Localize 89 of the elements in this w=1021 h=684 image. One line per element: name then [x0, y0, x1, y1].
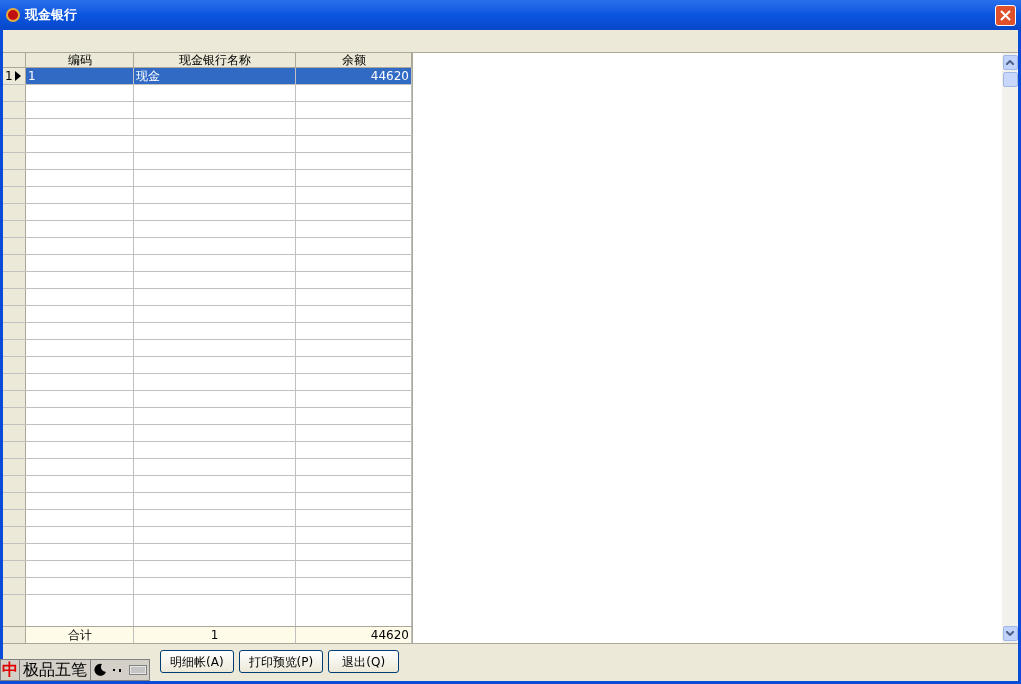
window-title: 现金银行: [25, 6, 78, 25]
row-header[interactable]: [3, 578, 26, 594]
row-header[interactable]: [3, 221, 26, 237]
row-header[interactable]: 1: [3, 68, 26, 84]
empty-row[interactable]: [3, 578, 412, 595]
row-header[interactable]: [3, 85, 26, 101]
row-header[interactable]: [3, 204, 26, 220]
row-header[interactable]: [3, 374, 26, 390]
empty-row[interactable]: [3, 289, 412, 306]
empty-row[interactable]: [3, 85, 412, 102]
empty-row[interactable]: [3, 476, 412, 493]
action-button[interactable]: 退出(Q): [328, 650, 400, 673]
scroll-up-button[interactable]: [1002, 55, 1018, 70]
empty-row[interactable]: [3, 544, 412, 561]
action-button[interactable]: 打印预览(P): [238, 650, 324, 673]
table-cell: 现金: [134, 68, 296, 84]
row-header[interactable]: [3, 459, 26, 475]
row-header[interactable]: [3, 289, 26, 305]
scroll-down-button[interactable]: [1002, 626, 1018, 641]
row-header[interactable]: [3, 442, 26, 458]
caret-up-icon: [1006, 60, 1014, 65]
row-header[interactable]: [3, 408, 26, 424]
moon-icon[interactable]: [93, 663, 107, 677]
empty-row[interactable]: [3, 204, 412, 221]
caret-down-icon: [1006, 631, 1014, 636]
row-header[interactable]: [3, 391, 26, 407]
empty-row[interactable]: [3, 255, 412, 272]
row-header[interactable]: [3, 323, 26, 339]
total-cell: 1: [134, 627, 296, 643]
row-header[interactable]: [3, 340, 26, 356]
row-header[interactable]: [3, 595, 26, 626]
row-header[interactable]: [3, 255, 26, 271]
empty-row[interactable]: [3, 136, 412, 153]
row-pointer-icon: [14, 71, 21, 81]
row-header[interactable]: [3, 306, 26, 322]
row-header[interactable]: [3, 170, 26, 186]
row-header[interactable]: [3, 102, 26, 118]
empty-row[interactable]: [3, 272, 412, 289]
row-header[interactable]: [3, 493, 26, 509]
empty-row[interactable]: [3, 391, 412, 408]
empty-row[interactable]: [3, 187, 412, 204]
row-number: 1: [4, 68, 14, 85]
empty-row[interactable]: [3, 102, 412, 119]
total-cell: 合计: [26, 627, 134, 643]
table-row[interactable]: 1 1 现金 44620: [3, 68, 412, 85]
empty-row[interactable]: [3, 493, 412, 510]
empty-row[interactable]: [3, 306, 412, 323]
empty-row[interactable]: [3, 153, 412, 170]
empty-row[interactable]: [3, 323, 412, 340]
close-icon: [1000, 9, 1011, 21]
row-header[interactable]: [3, 476, 26, 492]
empty-row[interactable]: [3, 408, 412, 425]
empty-row[interactable]: [3, 425, 412, 442]
empty-row[interactable]: [3, 510, 412, 527]
row-header[interactable]: [3, 136, 26, 152]
column-header[interactable]: 余额: [296, 53, 412, 67]
empty-row[interactable]: [3, 221, 412, 238]
row-header[interactable]: [3, 527, 26, 543]
empty-row[interactable]: [3, 374, 412, 391]
empty-row[interactable]: [3, 357, 412, 374]
row-header[interactable]: [3, 238, 26, 254]
app-icon: [5, 7, 21, 23]
action-button[interactable]: 明细帐(A): [160, 650, 234, 673]
row-header[interactable]: [3, 357, 26, 373]
row-header[interactable]: [3, 425, 26, 441]
table-cell: 44620: [296, 68, 412, 84]
row-header[interactable]: [3, 119, 26, 135]
row-header[interactable]: [3, 510, 26, 526]
row-header[interactable]: [3, 153, 26, 169]
row-header[interactable]: [3, 187, 26, 203]
empty-row[interactable]: [3, 527, 412, 544]
row-header[interactable]: [3, 272, 26, 288]
close-button[interactable]: [995, 4, 1016, 26]
empty-row[interactable]: [3, 238, 412, 255]
scroll-thumb[interactable]: [1002, 72, 1018, 87]
vertical-scrollbar[interactable]: [1002, 53, 1018, 643]
column-header[interactable]: 编码: [26, 53, 134, 67]
ime-name[interactable]: 极品五笔: [19, 660, 91, 680]
row-header[interactable]: [3, 561, 26, 577]
empty-row[interactable]: [3, 459, 412, 476]
empty-row[interactable]: [3, 561, 412, 578]
empty-row[interactable]: [3, 170, 412, 187]
column-header[interactable]: 现金银行名称: [134, 53, 296, 67]
empty-row[interactable]: [3, 442, 412, 459]
empty-row[interactable]: [3, 119, 412, 136]
table-cell: 1: [26, 68, 134, 84]
total-cell: 44620: [296, 627, 412, 643]
row-header[interactable]: [3, 544, 26, 560]
empty-row[interactable]: [3, 340, 412, 357]
